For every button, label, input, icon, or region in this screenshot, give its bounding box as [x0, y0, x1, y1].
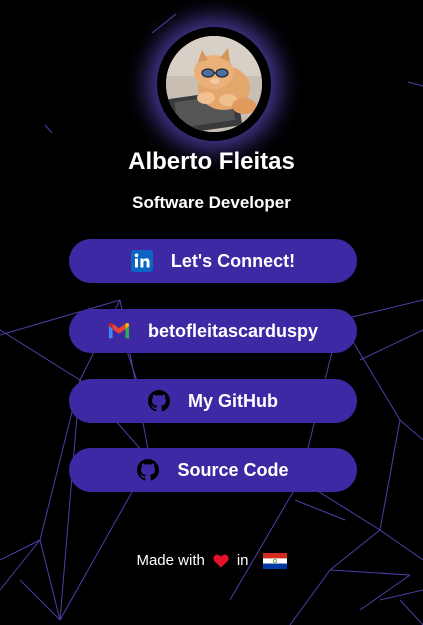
github-button-label: My GitHub — [188, 390, 278, 411]
heart-icon — [213, 554, 229, 568]
github-icon — [148, 390, 170, 412]
github-button[interactable]: My GitHub — [69, 379, 357, 423]
linkedin-button[interactable]: Let's Connect! — [69, 239, 357, 283]
paraguay-flag-icon — [262, 552, 287, 569]
footer: Made with in — [0, 552, 423, 569]
profile-name: Alberto Fleitas — [128, 148, 295, 175]
email-button[interactable]: betofleitascarduspy — [69, 309, 357, 353]
github-icon — [137, 459, 160, 481]
avatar — [163, 33, 265, 135]
linkedin-icon — [130, 250, 153, 272]
source-code-button-label: Source Code — [177, 459, 289, 480]
source-code-button[interactable]: Source Code — [69, 448, 357, 492]
gmail-icon — [108, 320, 130, 342]
cat-avatar-image — [166, 36, 262, 132]
email-button-label: betofleitascarduspy — [147, 320, 319, 341]
linkedin-button-label: Let's Connect! — [170, 250, 296, 271]
footer-made-with: Made with — [136, 552, 205, 569]
footer-in: in — [236, 552, 249, 569]
page-container: Alberto Fleitas Software Developer Let's… — [0, 0, 423, 625]
profile-role: Software Developer — [132, 193, 291, 212]
